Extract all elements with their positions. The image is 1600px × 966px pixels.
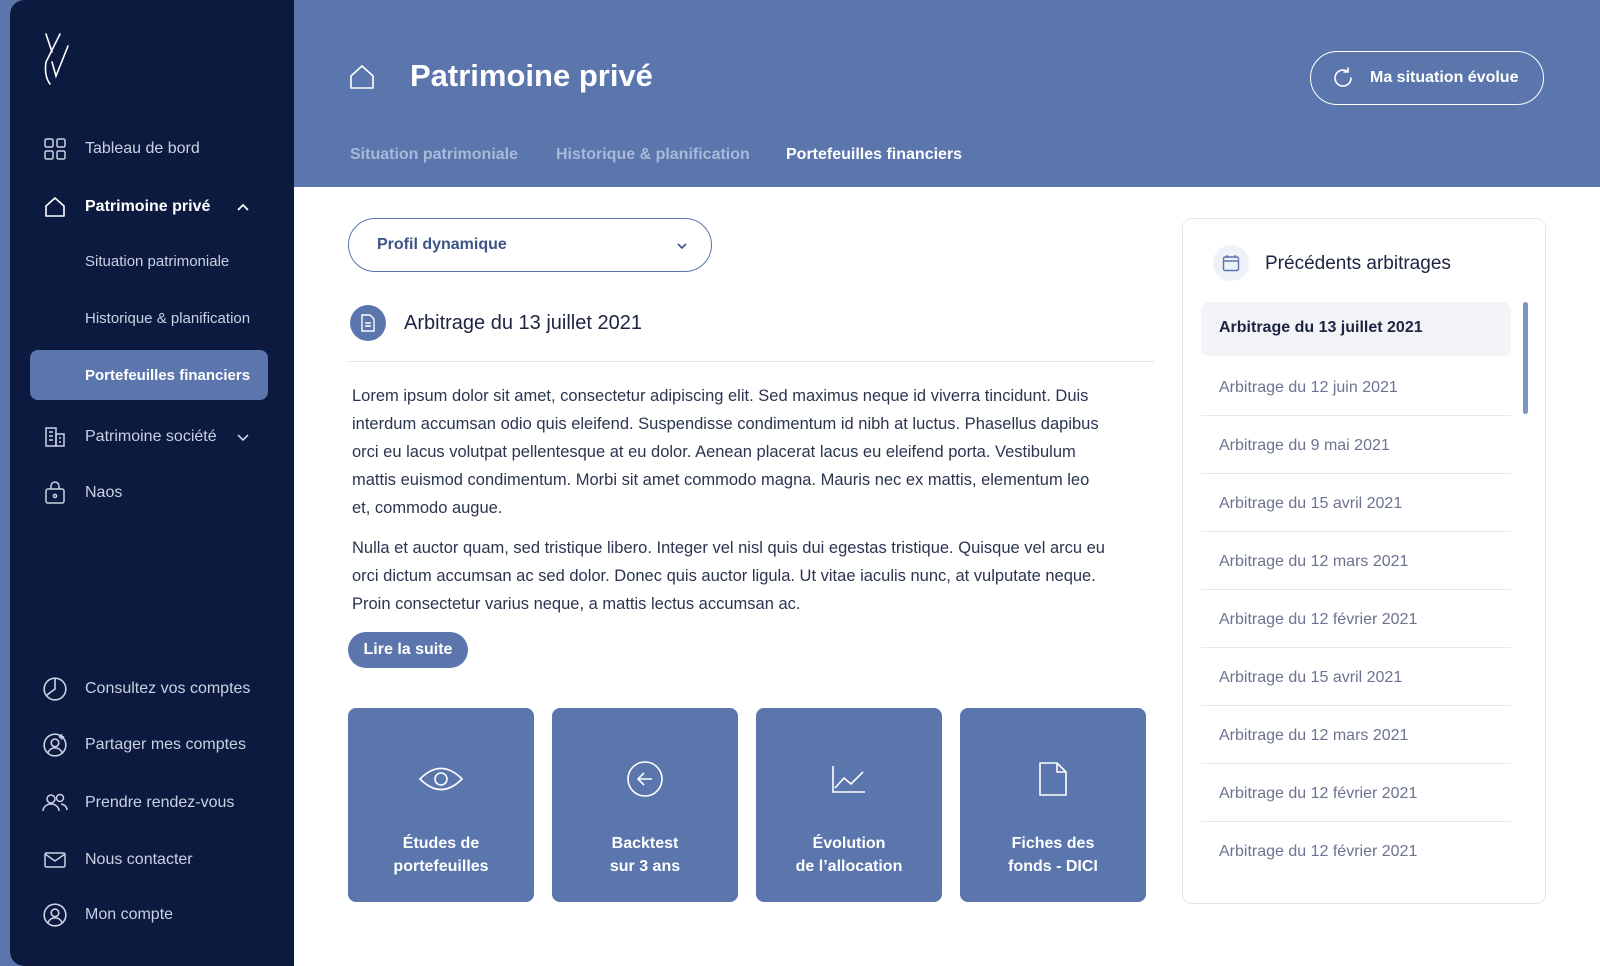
sidebar-item-nous-contacter[interactable]: Nous contacter (10, 837, 294, 883)
eye-icon (416, 756, 466, 802)
grid-icon (42, 136, 68, 162)
tab-situation-patrimoniale[interactable]: Situation patrimoniale (350, 146, 518, 164)
pie-chart-icon (42, 676, 68, 702)
home-icon (350, 65, 374, 89)
card-label: Fiches des fonds - DICI (1008, 835, 1098, 875)
sidebar-item-label: Mon compte (85, 906, 174, 923)
chevron-down-icon (677, 243, 687, 250)
history-item-label: Arbitrage du 12 mars 2021 (1219, 727, 1409, 744)
brand-logo (44, 33, 69, 85)
chevron-down-icon (237, 434, 249, 442)
history-item[interactable]: Arbitrage du 13 juillet 2021 (1201, 302, 1511, 356)
history-item[interactable]: Arbitrage du 12 février 2021 (1201, 826, 1511, 880)
card-etudes-portefeuilles[interactable]: Études de portefeuilles (348, 708, 534, 902)
history-item[interactable]: Arbitrage du 9 mai 2021 (1201, 420, 1511, 474)
document-icon (350, 305, 386, 341)
sidebar-item-patrimoine-societe[interactable]: Patrimoine société (10, 414, 294, 460)
arbitrage-title: Arbitrage du 13 juillet 2021 (404, 312, 642, 334)
card-label: Évolution de l’allocation (795, 835, 903, 875)
app-window: Tableau de bord Patrimoine privé Situati… (10, 0, 1600, 966)
sidebar-item-consultez-vos-comptes[interactable]: Consultez vos comptes (10, 666, 294, 712)
sidebar-item-mon-compte[interactable]: Mon compte (10, 892, 294, 938)
history-panel: Précédents arbitrages Arbitrage du 13 ju… (1182, 218, 1546, 904)
page-title: Patrimoine privé (410, 58, 653, 93)
situation-evolue-button[interactable]: Ma situation évolue (1310, 51, 1544, 105)
sidebar-subitem-label: Portefeuilles financiers (85, 366, 251, 384)
line-chart-icon (824, 756, 874, 802)
sidebar-item-patrimoine-prive[interactable]: Patrimoine privé (10, 184, 294, 230)
history-item-label: Arbitrage du 12 février 2021 (1219, 611, 1418, 628)
home-icon (42, 194, 68, 220)
page-header: Patrimoine privé Ma situation évolue Sit… (294, 0, 1600, 187)
sidebar-item-label: Patrimoine privé (85, 198, 211, 215)
sidebar-subitem-historique-planification[interactable]: Historique & planification (30, 293, 268, 343)
history-item[interactable]: Arbitrage du 15 avril 2021 (1201, 478, 1511, 532)
arrow-left-circle-icon (620, 756, 670, 802)
card-fiches-fonds[interactable]: Fiches des fonds - DICI (960, 708, 1146, 902)
sidebar-item-label: Tableau de bord (85, 140, 200, 157)
history-item-label: Arbitrage du 12 février 2021 (1219, 843, 1418, 860)
card-backtest[interactable]: Backtest sur 3 ans (552, 708, 738, 902)
history-item-label: Arbitrage du 9 mai 2021 (1219, 437, 1390, 454)
file-icon (1028, 756, 1078, 802)
sidebar-item-label: Partager mes comptes (85, 736, 246, 753)
chevron-up-icon (237, 203, 249, 211)
tab-historique-planification[interactable]: Historique & planification (556, 146, 750, 164)
history-item-label: Arbitrage du 13 juillet 2021 (1219, 319, 1423, 336)
sidebar-item-label: Naos (85, 484, 123, 501)
history-scrollbar[interactable] (1523, 302, 1528, 414)
history-item-label: Arbitrage du 12 mars 2021 (1219, 553, 1409, 570)
read-more-button[interactable]: Lire la suite (348, 632, 468, 668)
sidebar-item-naos[interactable]: Naos (10, 470, 294, 516)
arbitrage-paragraph: Nulla et auctor quam, sed tristique libe… (352, 539, 1105, 613)
sidebar-subitem-portefeuilles-financiers[interactable]: Portefeuilles financiers (30, 350, 268, 400)
arbitrage-paragraph: Lorem ipsum dolor sit amet, consectetur … (352, 387, 1099, 517)
tab-portefeuilles-financiers[interactable]: Portefeuilles financiers (786, 146, 962, 164)
history-item[interactable]: Arbitrage du 12 février 2021 (1201, 594, 1511, 648)
building-icon (42, 424, 68, 450)
sidebar-item-label: Patrimoine société (85, 428, 217, 445)
sidebar: Tableau de bord Patrimoine privé Situati… (10, 0, 294, 966)
users-icon (42, 790, 68, 816)
calendar-icon (1213, 245, 1249, 281)
situation-evolue-label: Ma situation évolue (1370, 69, 1519, 86)
divider (348, 361, 1154, 362)
mail-icon (42, 847, 68, 873)
history-item-label: Arbitrage du 15 avril 2021 (1219, 669, 1403, 686)
sidebar-item-label: Nous contacter (85, 851, 193, 868)
history-item[interactable]: Arbitrage du 15 avril 2021 (1201, 652, 1511, 706)
sidebar-subitem-situation-patrimoniale[interactable]: Situation patrimoniale (30, 236, 268, 286)
card-label: Études de portefeuilles (393, 835, 489, 875)
refresh-icon (1334, 67, 1352, 87)
lock-bag-icon (42, 480, 68, 506)
user-plus-icon (42, 732, 68, 758)
sidebar-item-partager-mes-comptes[interactable]: Partager mes comptes (10, 722, 294, 768)
history-item[interactable]: Arbitrage du 12 juin 2021 (1201, 362, 1511, 416)
profile-select-value: Profil dynamique (377, 236, 507, 253)
sidebar-subitem-label: Situation patrimoniale (85, 252, 230, 270)
user-circle-icon (42, 902, 68, 928)
history-item-label: Arbitrage du 12 février 2021 (1219, 785, 1418, 802)
sidebar-subitem-label: Historique & planification (85, 309, 251, 327)
sidebar-item-tableau-de-bord[interactable]: Tableau de bord (10, 126, 294, 172)
history-item-label: Arbitrage du 15 avril 2021 (1219, 495, 1403, 512)
history-title: Précédents arbitrages (1265, 253, 1451, 274)
history-item-label: Arbitrage du 12 juin 2021 (1219, 379, 1398, 396)
history-item[interactable]: Arbitrage du 12 mars 2021 (1201, 536, 1511, 590)
profile-select[interactable]: Profil dynamique (348, 218, 712, 272)
sidebar-item-label: Prendre rendez-vous (85, 794, 235, 811)
sidebar-item-prendre-rendez-vous[interactable]: Prendre rendez-vous (10, 780, 294, 826)
card-evolution-allocation[interactable]: Évolution de l’allocation (756, 708, 942, 902)
card-label: Backtest sur 3 ans (609, 835, 681, 875)
history-item[interactable]: Arbitrage du 12 février 2021 (1201, 768, 1511, 822)
history-item[interactable]: Arbitrage du 12 mars 2021 (1201, 710, 1511, 764)
sidebar-item-label: Consultez vos comptes (85, 680, 251, 697)
